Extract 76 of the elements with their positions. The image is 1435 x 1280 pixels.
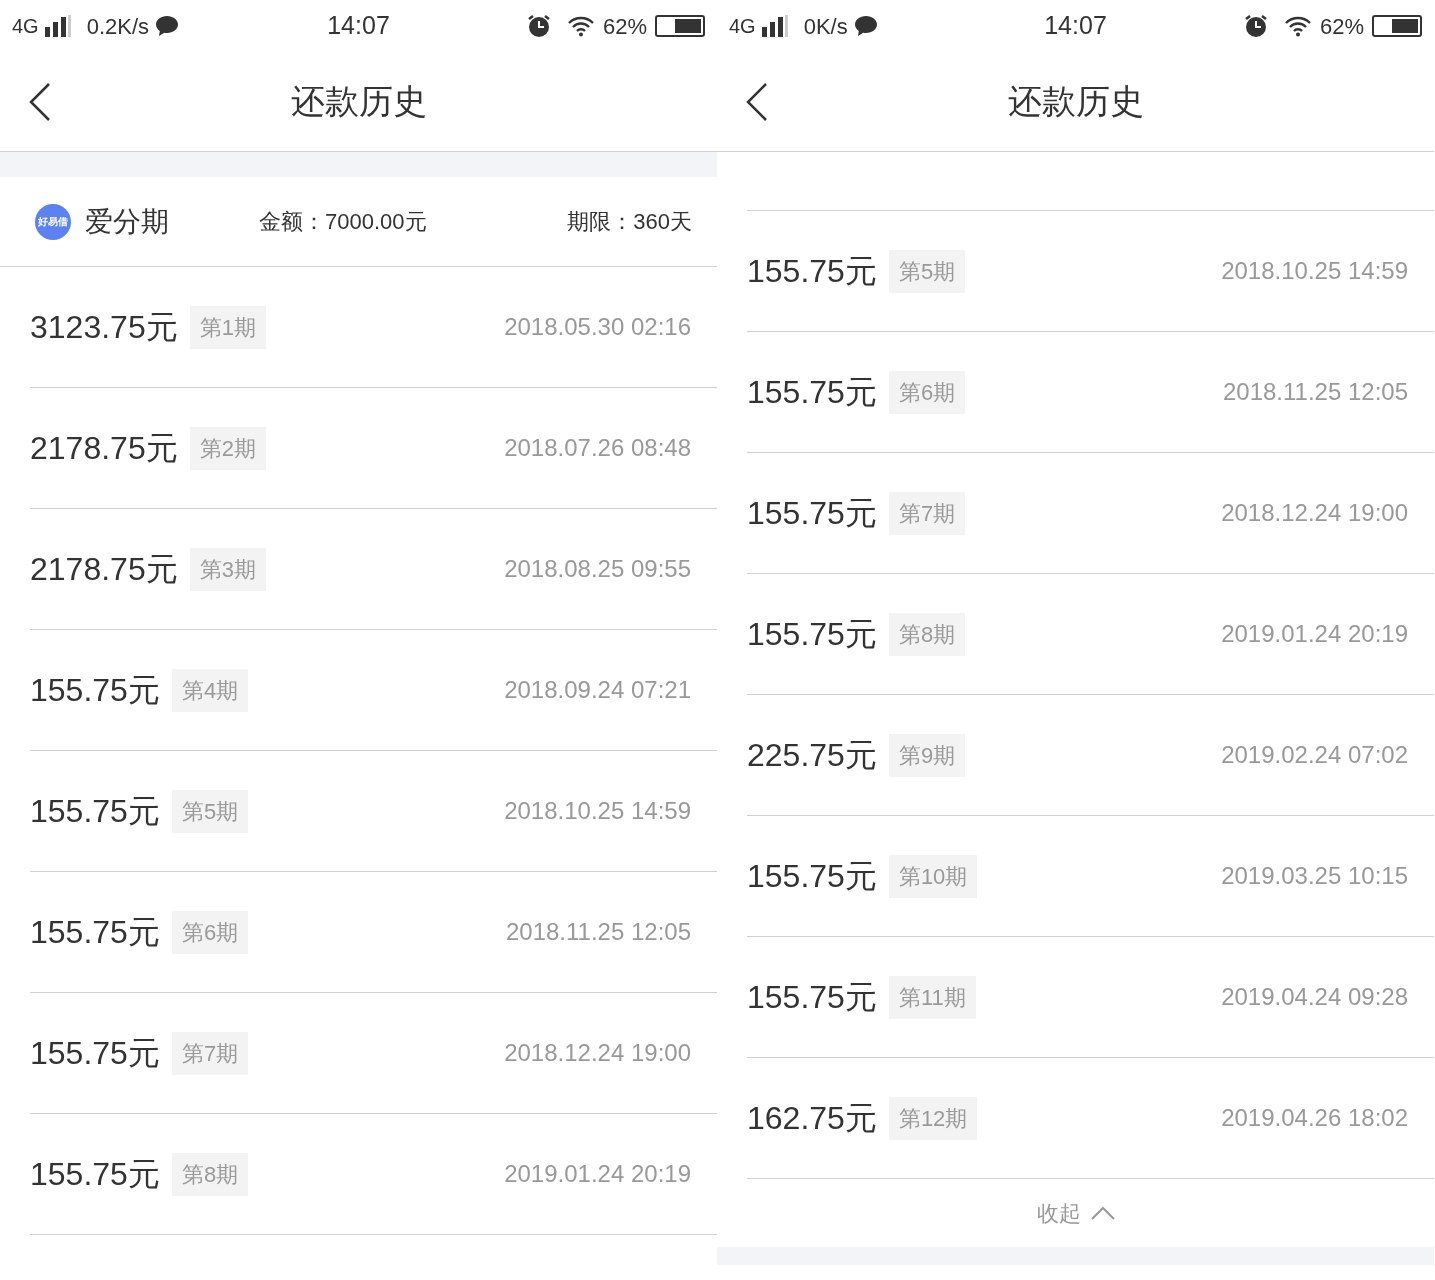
period-tag: 第7期 bbox=[171, 1031, 249, 1075]
period-tag: 第5期 bbox=[888, 249, 966, 293]
payment-amount: 155.75元 bbox=[747, 978, 877, 1017]
chat-icon bbox=[853, 15, 878, 37]
battery-percent: 62% bbox=[1319, 12, 1364, 41]
payment-date: 2019.04.24 09:28 bbox=[1221, 982, 1409, 1012]
product-name: 爱分期 bbox=[85, 204, 169, 239]
period-tag: 第6期 bbox=[171, 910, 249, 954]
period-tag: 第9期 bbox=[888, 733, 966, 777]
period-tag: 第6期 bbox=[888, 370, 966, 414]
lender-logo: 好易借 bbox=[35, 203, 71, 240]
payment-date: 2019.04.26 18:02 bbox=[1221, 1103, 1409, 1133]
wifi-icon bbox=[1283, 15, 1312, 37]
payment-date: 2018.08.25 09:55 bbox=[504, 554, 692, 584]
payment-date: 2018.11.25 12:05 bbox=[505, 917, 692, 947]
signal-icon bbox=[761, 15, 788, 37]
payment-amount: 155.75元 bbox=[30, 913, 160, 952]
period-tag: 第2期 bbox=[189, 426, 266, 470]
payment-amount: 155.75元 bbox=[30, 792, 160, 831]
network-speed: 0K/s bbox=[803, 12, 848, 41]
alarm-clock-icon bbox=[1243, 14, 1268, 38]
network-type: 4G bbox=[12, 14, 39, 39]
period-tag: 第3期 bbox=[189, 547, 266, 591]
payment-amount: 155.75元 bbox=[747, 857, 877, 896]
battery-icon bbox=[1372, 15, 1422, 37]
payment-amount: 3123.75元 bbox=[30, 308, 178, 347]
loan-term: 期限：360天 bbox=[567, 208, 692, 236]
period-tag: 第11期 bbox=[888, 975, 976, 1019]
payment-amount: 155.75元 bbox=[747, 494, 877, 533]
period-tag: 第7期 bbox=[888, 491, 966, 535]
payment-amount: 155.75元 bbox=[747, 615, 877, 654]
payment-amount: 155.75元 bbox=[30, 1034, 160, 1073]
payment-date: 2018.12.24 19:00 bbox=[1221, 498, 1409, 528]
period-tag: 第5期 bbox=[171, 789, 249, 833]
wifi-icon bbox=[566, 15, 595, 37]
clock-time: 14:07 bbox=[327, 10, 390, 42]
payment-amount: 155.75元 bbox=[747, 373, 877, 412]
back-icon bbox=[745, 81, 769, 122]
battery-percent: 62% bbox=[602, 12, 647, 41]
payment-date: 2018.09.24 07:21 bbox=[504, 675, 692, 705]
payment-amount: 2178.75元 bbox=[30, 429, 178, 468]
payment-amount: 155.75元 bbox=[30, 671, 160, 710]
payment-date: 2018.11.25 12:05 bbox=[1222, 377, 1409, 407]
period-tag: 第12期 bbox=[888, 1096, 978, 1140]
payment-date: 2018.05.30 02:16 bbox=[504, 312, 692, 342]
back-icon bbox=[28, 81, 52, 122]
payment-amount: 155.75元 bbox=[30, 1155, 160, 1194]
payment-amount: 2178.75元 bbox=[30, 550, 178, 589]
payment-date: 2018.10.25 14:59 bbox=[504, 796, 692, 826]
period-tag: 第10期 bbox=[888, 854, 978, 898]
page-title: 还款历史 bbox=[290, 81, 427, 122]
chat-icon bbox=[155, 15, 180, 37]
payment-amount: 155.75元 bbox=[747, 252, 877, 291]
period-tag: 第4期 bbox=[171, 668, 249, 712]
payment-date: 2019.03.25 10:15 bbox=[1221, 861, 1409, 891]
payment-date: 2019.01.24 20:19 bbox=[1221, 619, 1409, 649]
page-title: 还款历史 bbox=[1007, 81, 1144, 122]
network-type: 4G bbox=[729, 14, 756, 39]
loan-amount: 金额：7000.00元 bbox=[259, 208, 427, 236]
payment-date: 2018.10.25 14:59 bbox=[1221, 256, 1409, 286]
clock-time: 14:07 bbox=[1044, 10, 1107, 42]
network-speed: 0.2K/s bbox=[86, 12, 150, 41]
payment-amount: 225.75元 bbox=[747, 736, 877, 775]
period-tag: 第8期 bbox=[888, 612, 966, 656]
collapse-button[interactable]: 收起 bbox=[717, 1179, 1434, 1247]
payment-amount: 162.75元 bbox=[747, 1099, 877, 1138]
payment-date: 2019.02.24 07:02 bbox=[1221, 740, 1409, 770]
signal-icon bbox=[44, 15, 71, 37]
payment-date: 2018.07.26 08:48 bbox=[504, 433, 692, 463]
period-tag: 第1期 bbox=[189, 305, 266, 349]
payment-date: 2018.12.24 19:00 bbox=[504, 1038, 692, 1068]
payment-date: 2019.01.24 20:19 bbox=[504, 1159, 692, 1189]
chevron-up-icon bbox=[1090, 1206, 1115, 1220]
battery-icon bbox=[655, 15, 705, 37]
period-tag: 第8期 bbox=[171, 1152, 249, 1196]
alarm-clock-icon bbox=[526, 14, 551, 38]
